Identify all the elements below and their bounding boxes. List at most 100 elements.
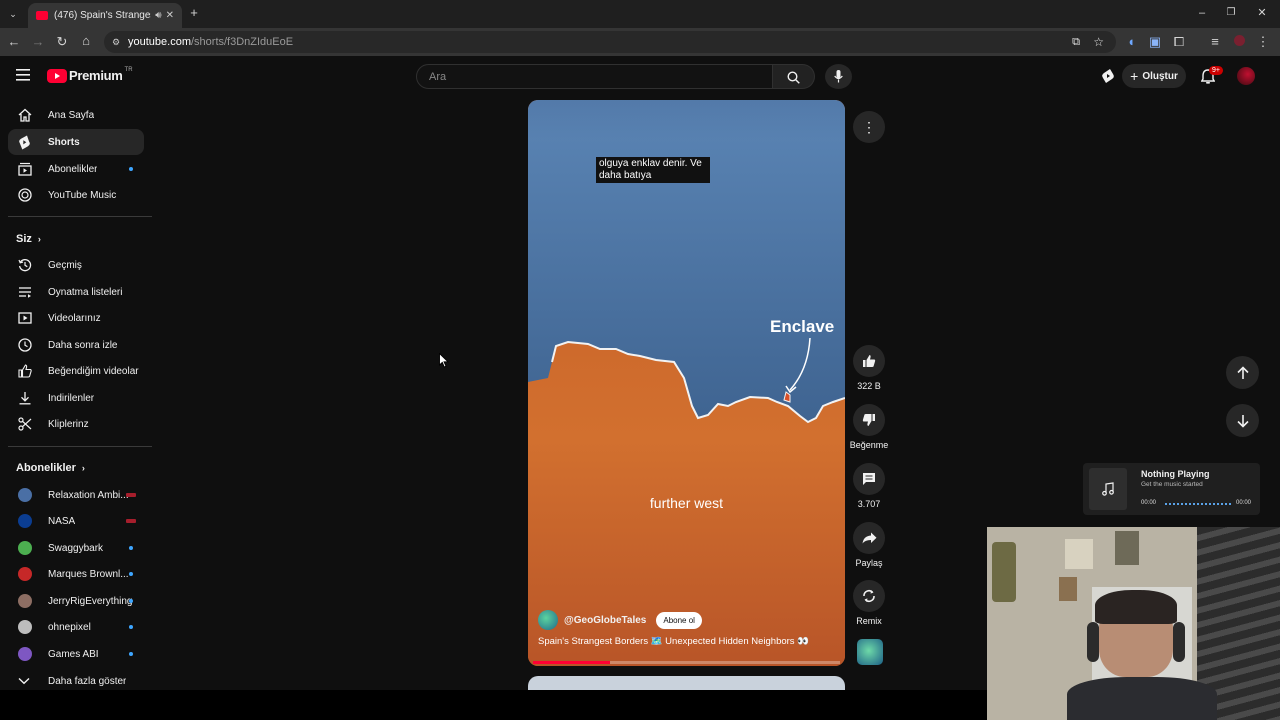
sidebar-item-youtube-music[interactable]: YouTube Music <box>8 182 144 208</box>
sidebar-item-label: Shorts <box>48 136 80 148</box>
video-frame-map <box>528 100 845 666</box>
youtube-favicon-icon <box>36 11 48 20</box>
url-host: youtube.com <box>128 36 191 48</box>
back-icon[interactable]: ← <box>6 35 22 49</box>
sidebar-item-label: Geçmiş <box>48 259 82 271</box>
youtube-logo-icon <box>47 68 67 83</box>
audio-source-thumbnail[interactable] <box>857 639 883 665</box>
sidebar-item-watch-later[interactable]: Daha sonra izle <box>8 332 144 358</box>
home-icon[interactable]: ⌂ <box>78 34 94 48</box>
new-content-dot <box>129 652 133 656</box>
window-close-icon[interactable]: ✕ <box>1254 6 1270 20</box>
tab-search-icon[interactable]: ⌄ <box>5 7 21 21</box>
subscription-item[interactable]: Games ABİ <box>8 641 144 667</box>
video-title[interactable]: Spain's Strangest Borders 🗺️ Unexpected … <box>538 636 809 647</box>
next-short-preview[interactable] <box>528 676 845 690</box>
extension-audio-icon[interactable]: ◖ <box>1123 35 1139 49</box>
webcam-shirt <box>1067 677 1217 720</box>
channel-avatar <box>18 541 32 555</box>
bookmark-star-icon[interactable]: ☆ <box>1093 35 1104 49</box>
subscription-item[interactable]: ohnepixel <box>8 614 144 640</box>
media-control-icon[interactable]: ≡ <box>1207 35 1223 49</box>
search-input[interactable]: Ara <box>416 64 773 89</box>
address-bar-row: ← → ↻ ⌂ ⚙ youtube.com/shorts/f3DnZIduEoE… <box>0 28 1280 56</box>
home-icon <box>8 108 40 122</box>
create-button[interactable]: + Oluştur <box>1122 64 1186 88</box>
comments-button[interactable]: 3.707 <box>852 463 886 509</box>
channel-name: Marques Brownl... <box>48 568 129 580</box>
sidebar-item-clips[interactable]: Kliplerinz <box>8 411 144 437</box>
sidebar-item-playlists[interactable]: Oynatma listeleri <box>8 279 144 305</box>
site-info-icon[interactable]: ⚙ <box>112 37 120 48</box>
avatar[interactable] <box>1237 67 1257 85</box>
new-tab-icon[interactable]: + <box>186 6 202 20</box>
music-player-widget[interactable]: Nothing Playing Get the music started 00… <box>1083 463 1260 515</box>
sidebar-item-history[interactable]: Geçmiş <box>8 252 144 278</box>
subscription-item[interactable]: Swaggybark <box>8 535 144 561</box>
remix-icon <box>853 580 885 612</box>
dislike-label: Beğenme <box>849 440 889 450</box>
previous-short-button[interactable] <box>1226 356 1259 389</box>
subscription-item[interactable]: NASA <box>8 508 144 534</box>
channel-name: ohnepixel <box>48 621 91 633</box>
shorts-create-icon[interactable] <box>1100 68 1116 89</box>
comment-count: 3.707 <box>857 499 881 509</box>
sidebar: Ana Sayfa Shorts Abonelikler YouTube Mus… <box>0 96 160 690</box>
hamburger-menu-icon[interactable] <box>16 68 30 86</box>
url-field[interactable]: ⚙ youtube.com/shorts/f3DnZIduEoE ⧉ ☆ <box>104 31 1116 53</box>
restore-icon[interactable]: ❐ <box>1223 6 1239 20</box>
audio-icon[interactable]: 🔊︎ <box>155 10 161 21</box>
player-seek-bar[interactable] <box>1165 503 1231 505</box>
live-indicator <box>126 493 136 497</box>
webcam-poster <box>1059 577 1077 601</box>
like-button[interactable]: 322 B <box>852 345 886 391</box>
sidebar-item-label: Kliplerinz <box>48 418 89 430</box>
sidebar-item-label: YouTube Music <box>48 189 117 201</box>
music-note-icon <box>1089 468 1127 510</box>
download-icon <box>8 391 40 405</box>
mouse-cursor-icon <box>439 352 450 373</box>
subscription-item[interactable]: Relaxation Ambi... <box>8 482 144 508</box>
sidebar-item-subscriptions[interactable]: Abonelikler <box>8 156 144 182</box>
video-progress-bar[interactable] <box>533 661 840 664</box>
subscriptions-section-heading[interactable]: Abonelikler › <box>16 462 85 474</box>
video-top-gradient <box>528 100 845 140</box>
share-button[interactable]: Paylaş <box>852 522 886 568</box>
comment-icon <box>853 463 885 495</box>
minimize-icon[interactable]: – <box>1194 6 1210 20</box>
next-short-button[interactable] <box>1226 404 1259 437</box>
music-icon <box>8 188 40 202</box>
remix-button[interactable]: Remix <box>852 580 886 626</box>
youtube-logo[interactable]: Premium TR <box>47 67 133 83</box>
sidebar-item-home[interactable]: Ana Sayfa <box>8 102 144 128</box>
more-options-icon[interactable]: ⋮ <box>853 111 885 143</box>
share-label: Paylaş <box>855 558 883 568</box>
voice-search-button[interactable] <box>825 64 852 89</box>
reload-icon[interactable]: ↻ <box>54 35 70 49</box>
video-progress-fill <box>533 661 610 664</box>
sidebar-item-liked-videos[interactable]: Beğendiğim videolar <box>8 358 144 384</box>
dislike-button[interactable]: Beğenme <box>850 404 888 450</box>
install-app-icon[interactable]: ⧉ <box>1072 36 1080 49</box>
you-section-heading[interactable]: Siz › <box>16 233 41 245</box>
translate-icon[interactable]: ▣ <box>1147 35 1163 49</box>
sidebar-item-label: Daha sonra izle <box>48 339 118 351</box>
forward-icon[interactable]: → <box>30 35 46 49</box>
browser-tab[interactable]: (476) Spain's Strangest Bor 🔊︎ ✕ <box>28 3 182 28</box>
tab-close-icon[interactable]: ✕ <box>166 10 174 21</box>
channel-handle[interactable]: @GeoGlobeTales <box>564 615 646 626</box>
subscription-item[interactable]: Marques Brownl... <box>8 561 144 587</box>
browser-menu-icon[interactable]: ⋮ <box>1255 35 1271 49</box>
profile-icon[interactable] <box>1231 35 1247 49</box>
sidebar-item-downloads[interactable]: İndirilenler <box>8 385 144 411</box>
subscription-item[interactable]: JerryRigEverything <box>8 588 144 614</box>
sidebar-item-your-videos[interactable]: Videolarınız <box>8 305 144 331</box>
webcam-headphones <box>1087 622 1099 662</box>
search-button[interactable] <box>773 64 815 89</box>
subscribe-button[interactable]: Abone ol <box>656 611 702 629</box>
channel-avatar[interactable] <box>538 610 558 630</box>
sidebar-divider <box>8 446 152 447</box>
short-video-player[interactable] <box>528 100 845 666</box>
sidebar-item-shorts[interactable]: Shorts <box>8 129 144 155</box>
extensions-icon[interactable]: ⧠ <box>1171 35 1187 49</box>
